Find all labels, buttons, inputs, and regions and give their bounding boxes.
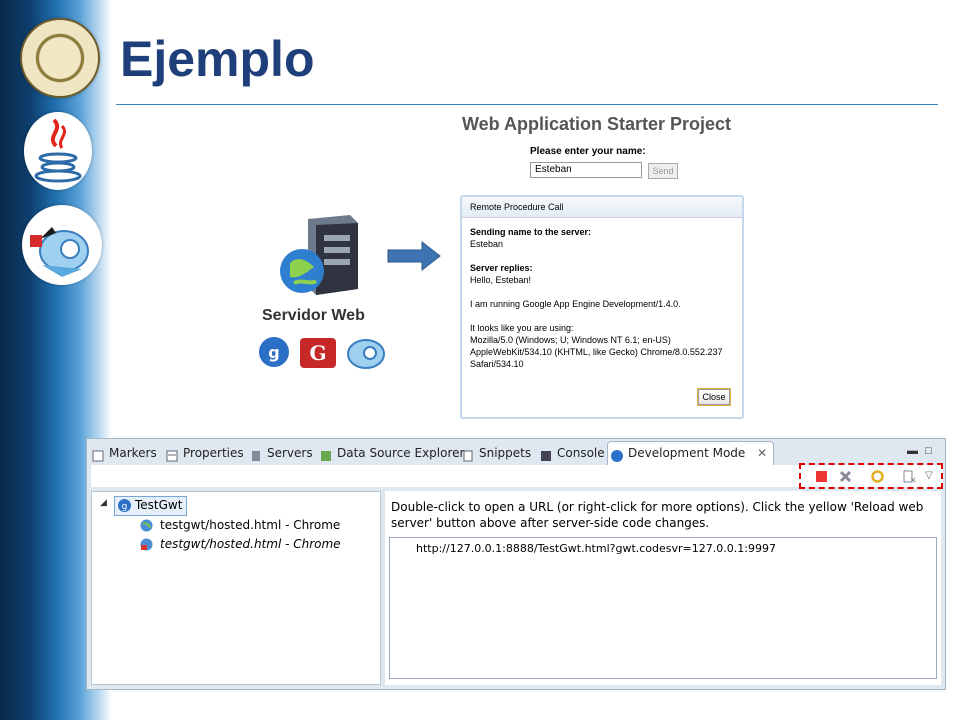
maximize-icon[interactable]: □ xyxy=(925,445,932,457)
properties-icon xyxy=(166,447,178,462)
dialog-caption: Remote Procedure Call xyxy=(462,197,742,218)
tab-console[interactable]: Console xyxy=(537,442,605,464)
tab-data-source-explorer[interactable]: Data Source Explorer xyxy=(317,442,464,464)
gwt-app-title: Web Application Starter Project xyxy=(462,114,732,134)
tab-label: Data Source Explorer xyxy=(337,446,465,460)
minimize-icon[interactable]: ▬ xyxy=(907,445,918,457)
tab-label: Development Mode xyxy=(628,446,746,460)
svg-text:G: G xyxy=(309,341,326,365)
svg-text:g: g xyxy=(122,502,128,512)
tab-label: Snippets xyxy=(479,446,532,460)
tab-label: Servers xyxy=(267,446,313,460)
tree-label: testgwt/hosted.html - Chrome xyxy=(160,537,341,551)
collapse-icon[interactable]: ◢ xyxy=(100,498,107,508)
title-divider xyxy=(116,104,938,105)
view-tabs: Markers Properties Servers Data Source E… xyxy=(87,439,945,466)
tree-item-session[interactable]: testgwt/hosted.html - Chrome xyxy=(138,535,341,553)
disconnected-globe-icon xyxy=(140,538,153,556)
snippets-icon xyxy=(462,447,474,462)
app-engine-icon xyxy=(347,339,385,369)
sending-heading: Sending name to the server: xyxy=(470,227,592,237)
tree-item-testgwt[interactable]: g TestGwt xyxy=(114,496,188,517)
slide-title: Ejemplo xyxy=(120,31,315,87)
close-button[interactable]: Close xyxy=(698,389,730,405)
close-tab-icon[interactable]: ✕ xyxy=(757,446,767,460)
send-button[interactable]: Send xyxy=(648,163,678,179)
user-agent-line: Safari/534.10 xyxy=(470,359,524,369)
name-input[interactable]: Esteban xyxy=(530,162,642,178)
server-label: Servidor Web xyxy=(262,307,365,324)
module-tree: ◢ g TestGwt testgwt/hosted.html - Chrome… xyxy=(91,491,381,685)
name-label: Please enter your name: xyxy=(530,146,646,157)
google-plugin-icon: G xyxy=(300,338,336,368)
user-agent-line: AppleWebKit/534.10 (KHTML, like Gecko) C… xyxy=(470,347,723,357)
gwt-icon xyxy=(611,447,623,462)
java-logo xyxy=(24,112,92,190)
view-toolbar: ▽ xyxy=(91,463,943,489)
rpc-dialog: Remote Procedure Call Sending name to th… xyxy=(460,195,744,419)
tab-snippets[interactable]: Snippets xyxy=(459,442,531,464)
eclipse-view-panel: Markers Properties Servers Data Source E… xyxy=(86,438,946,690)
reload-web-server-icon[interactable] xyxy=(871,470,884,483)
university-seal-logo xyxy=(20,18,100,98)
running-text: I am running Google App Engine Developme… xyxy=(470,299,681,309)
svg-text:g: g xyxy=(268,343,279,362)
app-engine-logo xyxy=(22,205,102,285)
tab-development-mode[interactable]: Development Mode ✕ xyxy=(607,441,775,466)
servers-icon xyxy=(250,447,262,461)
url-list: http://127.0.0.1:8888/TestGwt.html?gwt.c… xyxy=(389,537,937,679)
tab-label: Markers xyxy=(109,446,157,460)
markers-icon xyxy=(92,447,104,462)
server-reply: Hello, Esteban! xyxy=(470,275,532,285)
sending-value: Esteban xyxy=(470,239,504,249)
tree-item-session[interactable]: testgwt/hosted.html - Chrome xyxy=(138,516,340,534)
tab-markers[interactable]: Markers xyxy=(89,442,157,464)
server-icon xyxy=(280,215,360,297)
gwt-icon: g xyxy=(118,499,131,517)
tab-properties[interactable]: Properties xyxy=(163,442,244,464)
console-icon xyxy=(540,447,552,461)
instructions-text: Double-click to open a URL (or right-cli… xyxy=(391,500,924,530)
data-source-icon xyxy=(320,447,332,461)
using-text: It looks like you are using: xyxy=(470,323,574,333)
arrow-right-icon xyxy=(386,240,442,277)
log-pane: Double-click to open a URL (or right-cli… xyxy=(385,491,941,685)
tree-label: TestGwt xyxy=(135,498,183,512)
clear-log-icon[interactable] xyxy=(903,470,916,483)
tab-label: Properties xyxy=(183,446,244,460)
tree-label: testgwt/hosted.html - Chrome xyxy=(160,518,341,532)
terminate-icon[interactable] xyxy=(839,470,852,483)
tab-servers[interactable]: Servers xyxy=(247,442,313,464)
technology-icons: g G xyxy=(258,332,398,377)
user-agent-line: Mozilla/5.0 (Windows; U; Windows NT 6.1;… xyxy=(470,335,671,345)
dialog-body: Sending name to the server: Esteban Serv… xyxy=(462,218,742,370)
replies-heading: Server replies: xyxy=(470,263,533,273)
stop-server-icon[interactable] xyxy=(815,470,828,483)
gwt-logo-icon: g xyxy=(259,337,289,367)
tab-label: Console xyxy=(557,446,605,460)
dev-mode-url[interactable]: http://127.0.0.1:8888/TestGwt.html?gwt.c… xyxy=(416,542,776,555)
view-menu-icon[interactable]: ▽ xyxy=(925,470,938,483)
